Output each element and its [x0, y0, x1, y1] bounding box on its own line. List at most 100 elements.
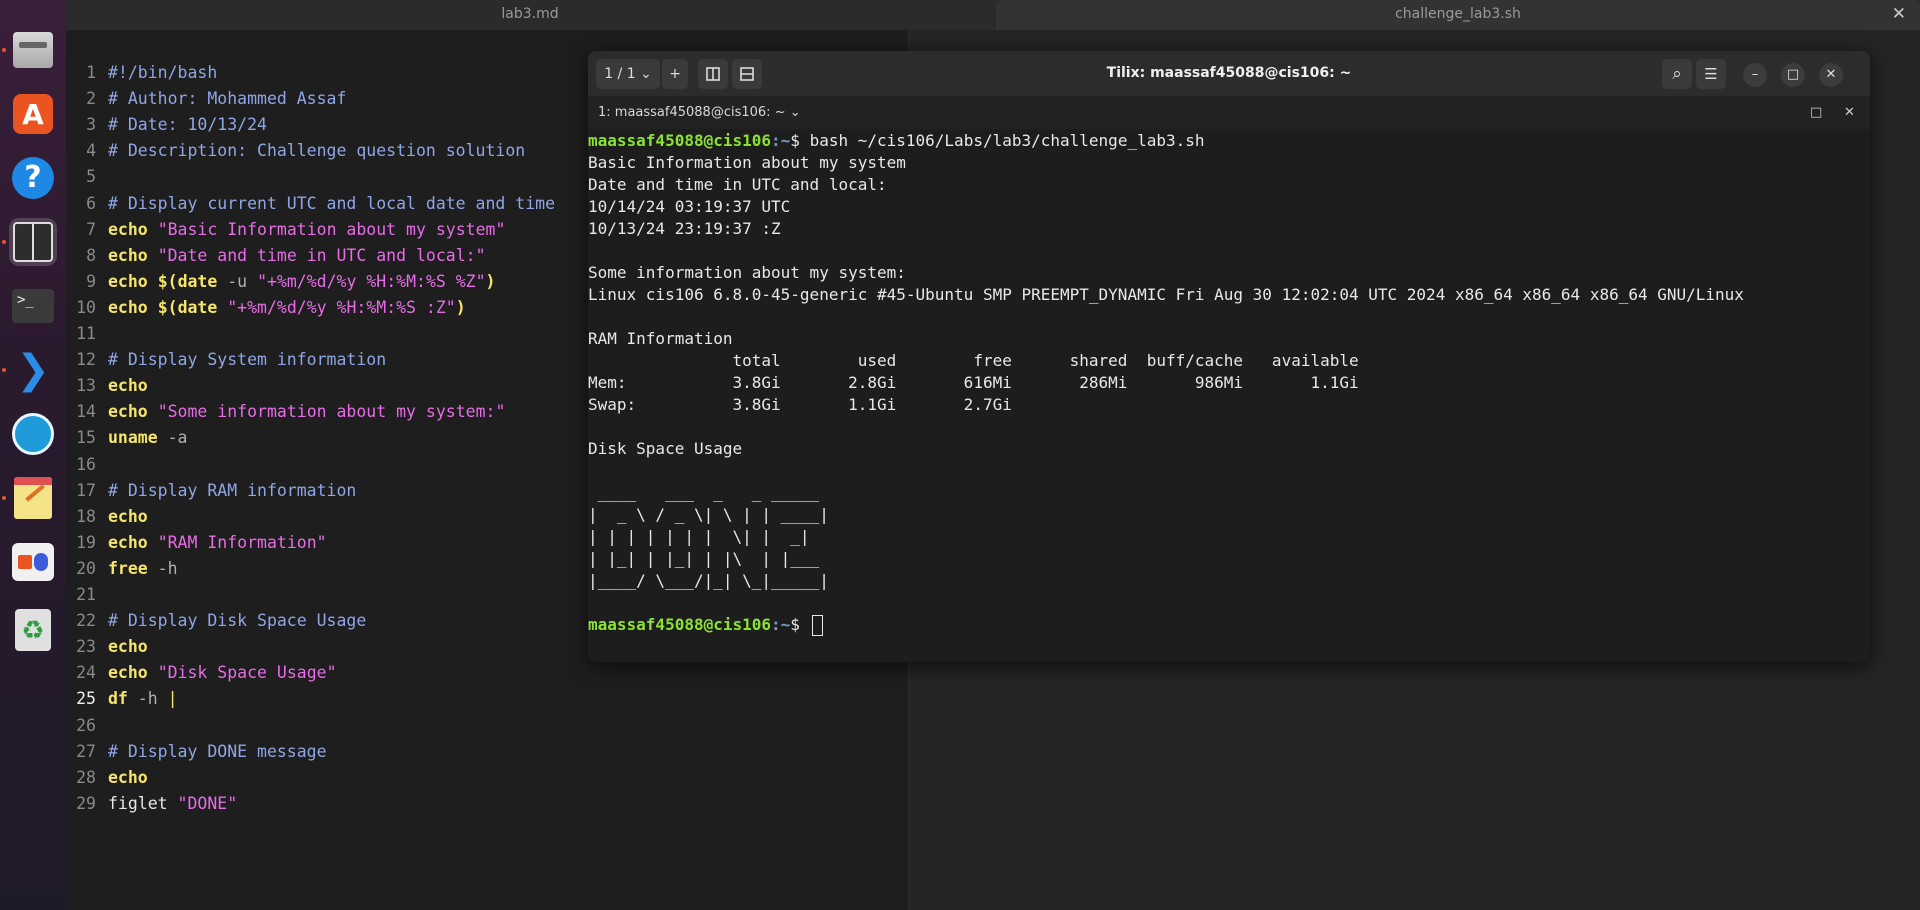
code-token: echo: [108, 402, 148, 422]
line-number: 8: [86, 245, 96, 265]
prompt-user: maassaf45088@cis106: [588, 615, 772, 634]
code-line[interactable]: 22 # Display Disk Space Usage: [66, 608, 366, 634]
terminal-title[interactable]: 1: maassaf45088@cis106: ~ ⌄: [598, 96, 801, 129]
code-token: echo: [108, 219, 148, 239]
code-line[interactable]: 15 uname -a: [66, 425, 187, 451]
vscode-icon[interactable]: ❯: [9, 346, 57, 394]
code-token: "Some information about my system:": [157, 402, 506, 422]
code-line[interactable]: 3 # Date: 10/13/24: [66, 112, 267, 138]
split-right-button[interactable]: [698, 59, 728, 89]
terminal-icon[interactable]: >_: [9, 282, 57, 330]
code-line[interactable]: 5: [66, 164, 96, 190]
terminal-title-text: 1: maassaf45088@cis106: ~: [598, 105, 786, 120]
terminal-cursor: [811, 615, 823, 636]
code-token: # Display current UTC and local date and…: [108, 193, 556, 213]
code-text: echo: [108, 634, 148, 660]
pane-close-button[interactable]: ✕: [1844, 96, 1855, 129]
dock: A ? >_ ❯ ♻: [0, 0, 66, 910]
browser-icon[interactable]: [9, 410, 57, 458]
code-line[interactable]: 27 # Display DONE message: [66, 739, 326, 765]
tilix-window[interactable]: 1 / 1 ⌄ + Tilix: maassaf45088@cis106: ~ …: [588, 51, 1870, 662]
code-line[interactable]: 2 # Author: Mohammed Assaf: [66, 86, 346, 112]
tilix-icon[interactable]: [9, 218, 57, 266]
code-line[interactable]: 8 echo "Date and time in UTC and local:": [66, 243, 485, 269]
code-line[interactable]: 20 free -h: [66, 556, 177, 582]
code-line[interactable]: 4 # Description: Challenge question solut…: [66, 138, 525, 164]
split-down-button[interactable]: [732, 59, 762, 89]
code-text: # Date: 10/13/24: [108, 112, 267, 138]
code-token: # Date: 10/13/24: [108, 115, 267, 135]
minimize-button[interactable]: –: [1743, 63, 1767, 87]
code-text: echo: [108, 765, 148, 791]
line-number: 6: [86, 193, 96, 213]
code-token: # Author: Mohammed Assaf: [108, 89, 347, 109]
code-line[interactable]: 24 echo "Disk Space Usage": [66, 660, 336, 686]
code-line[interactable]: 26: [66, 713, 96, 739]
code-line[interactable]: 6 # Display current UTC and local date an…: [66, 191, 555, 217]
add-session-button[interactable]: +: [662, 59, 688, 89]
code-text: echo $(date "+%m/%d/%y %H:%M:%S :Z"): [108, 295, 466, 321]
code-line[interactable]: 13 echo: [66, 373, 148, 399]
code-line[interactable]: 11: [66, 321, 96, 347]
code-line[interactable]: 18 echo: [66, 504, 148, 530]
code-line[interactable]: 21: [66, 582, 96, 608]
line-number: 20: [76, 558, 96, 578]
code-line[interactable]: 28 echo: [66, 765, 148, 791]
code-line[interactable]: 12 # Display System information: [66, 347, 386, 373]
close-icon[interactable]: ✕: [1892, 0, 1906, 30]
terminal-output[interactable]: maassaf45088@cis106:~$ bash ~/cis106/Lab…: [588, 129, 1870, 662]
files-icon[interactable]: [9, 26, 57, 74]
code-text: figlet "DONE": [108, 791, 237, 817]
code-line[interactable]: 10 echo $(date "+%m/%d/%y %H:%M:%S :Z"): [66, 295, 466, 321]
maximize-button[interactable]: □: [1781, 63, 1805, 87]
vscode-glyph: ❯: [16, 347, 50, 393]
tab-challenge-lab3-sh[interactable]: challenge_lab3.sh: [996, 0, 1920, 30]
code-line[interactable]: 9 echo $(date -u "+%m/%d/%y %H:%M:%S %Z"): [66, 269, 495, 295]
line-number: 25: [76, 689, 96, 709]
prompt-user: maassaf45088@cis106: [588, 131, 772, 150]
code-text: # Display RAM information: [108, 478, 356, 504]
line-number: 7: [86, 219, 96, 239]
running-indicator: [2, 368, 6, 372]
search-button[interactable]: ⌕: [1662, 59, 1692, 89]
help-icon[interactable]: ?: [9, 154, 57, 202]
code-line[interactable]: 17 # Display RAM information: [66, 478, 356, 504]
line-number: 1: [86, 63, 96, 82]
app-center-glyph: A: [13, 94, 53, 134]
tab-lab3-md[interactable]: lab3.md: [66, 0, 994, 30]
code-line[interactable]: 7 echo "Basic Information about my system…: [66, 217, 505, 243]
tilix-glyph: [13, 222, 53, 262]
line-number: 19: [76, 532, 96, 552]
text-editor-icon[interactable]: [9, 474, 57, 522]
menu-button[interactable]: ☰: [1696, 59, 1726, 89]
trash-icon[interactable]: ♻: [9, 606, 57, 654]
line-number: 12: [76, 350, 96, 370]
code-line[interactable]: 1 #!/bin/bash: [66, 60, 217, 86]
code-token: "+%m/%d/%y %H:%M:%S :Z": [227, 297, 456, 317]
code-line[interactable]: 14 echo "Some information about my system…: [66, 399, 505, 425]
code-line[interactable]: 25 df -h |: [66, 686, 177, 712]
code-token: $(: [157, 271, 178, 291]
session-selector[interactable]: 1 / 1 ⌄: [596, 59, 660, 89]
line-number: 16: [76, 454, 96, 474]
code-line[interactable]: 29 figlet "DONE": [66, 791, 237, 817]
terminal-output-line: Date and time in UTC and local:: [588, 175, 887, 194]
code-line[interactable]: 23 echo: [66, 634, 148, 660]
pane-maximize-button[interactable]: □: [1810, 96, 1822, 129]
chevron-down-icon: ⌄: [789, 105, 801, 120]
line-number: 11: [76, 324, 96, 343]
code-line[interactable]: 16: [66, 452, 96, 478]
snap-store-icon[interactable]: [9, 538, 57, 586]
line-number: 5: [86, 167, 96, 187]
terminal-output-line: Basic Information about my system: [588, 153, 906, 172]
app-center-icon[interactable]: A: [9, 90, 57, 138]
close-button[interactable]: ✕: [1819, 63, 1843, 87]
code-line[interactable]: 19 echo "RAM Information": [66, 530, 326, 556]
code-text: echo $(date -u "+%m/%d/%y %H:%M:%S %Z"): [108, 269, 495, 295]
code-text: # Display Disk Space Usage: [108, 608, 366, 634]
code-text: echo: [108, 504, 148, 530]
line-number: 22: [76, 611, 96, 631]
terminal-output-line: | |_| | |_| | |\ | |___: [588, 549, 820, 568]
